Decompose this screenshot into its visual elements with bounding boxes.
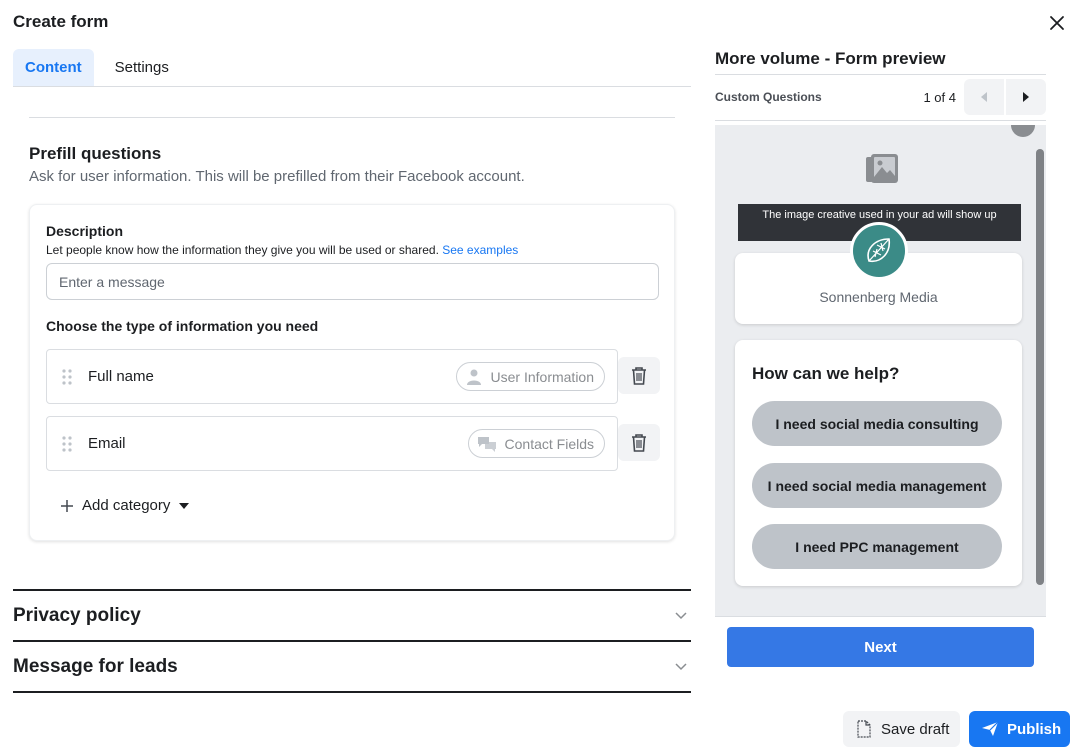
page-indicator: 1 of 4 [923,89,956,105]
send-icon [982,721,999,736]
form-preview-screen: The image creative used in your ad will … [715,125,1046,617]
description-label: Description [46,223,124,239]
preview-next-button[interactable]: Next [727,627,1034,667]
section-title: Privacy policy [13,605,141,626]
close-button[interactable] [1046,12,1068,34]
trash-icon [632,366,646,385]
tab-content[interactable]: Content [13,49,94,86]
description-help: Let people know how the information they… [46,243,518,257]
field-name: Email [88,435,126,452]
description-help-text: Let people know how the information they… [46,243,439,257]
drag-handle-icon[interactable] [61,368,73,386]
prefill-title: Prefill questions [29,144,162,163]
field-category-label: User Information [490,368,594,385]
plus-icon [61,499,73,512]
publish-label: Publish [1007,720,1062,738]
tab-settings[interactable]: Settings [103,49,181,86]
field-row-email[interactable]: Email Contact Fields [46,416,618,471]
business-avatar [850,222,908,280]
section-divider [13,640,691,642]
field-category-label: Contact Fields [504,435,594,452]
delete-field-button[interactable] [618,424,660,461]
drag-handle-icon[interactable] [61,435,73,453]
close-icon [1050,16,1064,30]
preview-step-label: Custom Questions [715,90,822,104]
caret-right-icon [1023,92,1029,102]
see-examples-link[interactable]: See examples [442,243,518,257]
question-card: How can we help? I need social media con… [735,340,1022,586]
save-draft-label: Save draft [881,720,950,738]
field-name: Full name [88,368,154,385]
preview-title: More volume - Form preview [715,49,946,68]
business-name: Sonnenberg Media [819,289,938,305]
add-category-label: Add category [82,497,171,514]
caret-left-icon [981,92,987,102]
document-icon [857,720,871,738]
previous-page-button[interactable] [964,79,1004,115]
publish-button[interactable]: Publish [969,711,1070,747]
next-page-button[interactable] [1006,79,1046,115]
field-category-tag: User Information [455,362,605,391]
image-placeholder-icon [866,154,898,183]
leaf-logo-icon [867,238,891,263]
prefill-subtitle: Ask for user information. This will be p… [29,168,525,185]
page-title: Create form [13,12,109,31]
answer-option[interactable]: I need social media management [752,463,1002,508]
chevron-down-icon [675,612,687,620]
divider [715,120,1046,121]
choose-info-label: Choose the type of information you need [46,318,319,334]
chat-bubbles-icon [477,436,496,452]
question-title: How can we help? [752,364,900,383]
answer-option[interactable]: I need PPC management [752,524,1002,569]
description-message-input[interactable] [46,263,659,300]
section-divider [13,691,691,693]
section-message-for-leads[interactable]: Message for leads [13,643,691,691]
delete-field-button[interactable] [618,357,660,394]
section-privacy-policy[interactable]: Privacy policy [13,592,691,640]
chevron-down-icon [675,663,687,671]
divider [715,74,1046,75]
preview-close-button[interactable] [1011,125,1035,137]
field-row-full-name[interactable]: Full name User Information [46,349,618,404]
prefill-card: Description Let people know how the info… [29,204,675,541]
caret-down-icon [179,502,190,509]
add-category-button[interactable]: Add category [60,497,190,514]
preview-scrollbar[interactable] [1036,149,1044,585]
answer-option[interactable]: I need social media consulting [752,401,1002,446]
save-draft-button[interactable]: Save draft [843,711,960,747]
user-icon [466,369,481,385]
trash-icon [632,433,646,452]
preview-nav: Custom Questions 1 of 4 [715,78,1046,116]
section-title: Message for leads [13,656,178,677]
divider [29,117,675,118]
field-category-tag: Contact Fields [467,429,605,458]
tab-bar: Content Settings [13,49,691,87]
section-divider [13,589,691,591]
